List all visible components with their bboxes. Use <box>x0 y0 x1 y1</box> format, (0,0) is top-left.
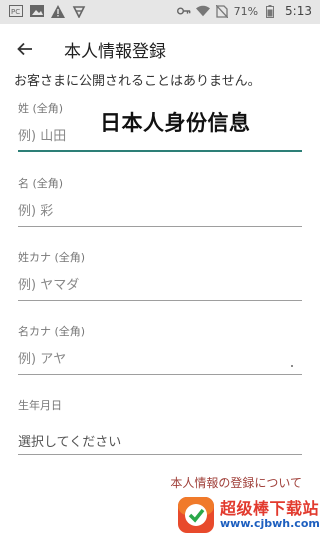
status-left-icons: PC <box>9 4 86 18</box>
first-name-input[interactable] <box>18 197 302 227</box>
pc-icon: PC <box>9 4 23 18</box>
first-name-kana-field: 名カナ (全角) <box>18 323 302 375</box>
privacy-notice: お客さまに公開されることはありません。 <box>14 74 261 89</box>
status-right: 71% 5:13 <box>176 4 312 18</box>
back-button[interactable] <box>12 36 38 62</box>
first-name-field: 名 (全角) <box>18 175 302 227</box>
stray-dot <box>291 365 293 367</box>
battery-icon <box>263 4 277 18</box>
battery-percent: 71% <box>233 4 259 18</box>
last-name-kana-field: 姓カナ (全角) <box>18 249 302 301</box>
info-link-suffix: について <box>254 476 302 490</box>
birthdate-label: 生年月日 <box>18 399 62 412</box>
birthdate-select[interactable]: 選択してください <box>18 425 302 455</box>
last-name-kana-input[interactable] <box>18 271 302 301</box>
first-name-label: 名 (全角) <box>18 177 64 190</box>
watermark-logo-icon <box>178 497 214 533</box>
arrow-left-icon <box>17 42 32 56</box>
svg-text:PC: PC <box>11 8 20 16</box>
page-title: 本人情報登録 <box>64 42 166 62</box>
wifi-icon <box>195 4 210 18</box>
first-name-kana-input[interactable] <box>18 345 302 375</box>
no-sim-icon <box>215 4 229 18</box>
watermark-url: www.cjbwh.com <box>220 516 320 530</box>
warning-icon <box>51 4 65 18</box>
first-name-kana-label: 名カナ (全角) <box>18 325 86 338</box>
watermark-title: 超级棒下载站 <box>220 498 320 518</box>
image-icon <box>30 4 44 18</box>
registration-info-link[interactable]: 本人情報の登録について <box>170 474 302 491</box>
last-name-kana-label: 姓カナ (全角) <box>18 251 86 264</box>
share-icon <box>72 4 86 18</box>
overlay-caption: 日本人身份信息 <box>100 111 251 135</box>
status-time: 5:13 <box>285 4 312 18</box>
site-watermark: 超级棒下载站 www.cjbwh.com <box>176 493 320 537</box>
birthdate-field: 生年月日 選択してください <box>18 397 302 455</box>
key-icon <box>176 4 191 18</box>
info-link-prefix: 本人情報 <box>170 476 219 490</box>
status-bar: PC 71% 5:13 <box>0 0 320 24</box>
app-bar: 本人情報登録 <box>0 24 320 72</box>
info-link-middle: の登録 <box>218 476 255 490</box>
